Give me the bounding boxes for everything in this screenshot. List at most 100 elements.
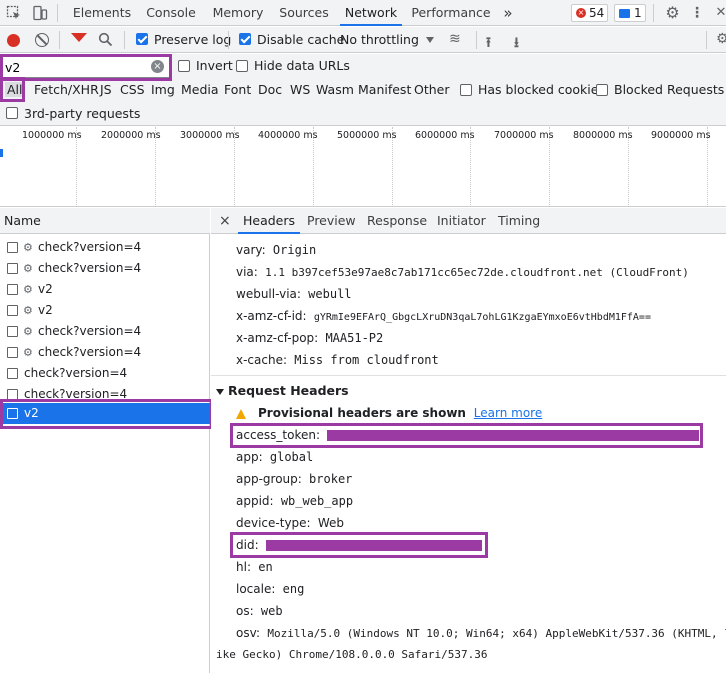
preflight-gear-icon: ⚙ xyxy=(23,241,33,254)
timeline-overview[interactable]: 1000000 ms 2000000 ms 3000000 ms 4000000… xyxy=(0,127,726,207)
request-header: app: global xyxy=(236,450,313,464)
search-icon[interactable] xyxy=(98,32,113,47)
preflight-gear-icon: ⚙ xyxy=(23,346,33,359)
network-settings-icon[interactable]: ⚙ xyxy=(716,31,726,47)
type-all-highlight xyxy=(0,77,25,102)
type-wasm[interactable]: Wasm xyxy=(316,82,354,97)
preflight-gear-icon: ⚙ xyxy=(23,283,33,296)
filter-icon[interactable] xyxy=(71,33,87,42)
type-ws[interactable]: WS xyxy=(290,82,310,97)
response-header: via: 1.1 b397cef53e97ae8c7ab171cc65ec72d… xyxy=(236,265,689,279)
close-devtools-icon[interactable]: ✕ xyxy=(716,4,726,21)
row-checkbox[interactable] xyxy=(7,347,18,358)
type-css[interactable]: CSS xyxy=(120,82,145,97)
type-other[interactable]: Other xyxy=(414,82,450,97)
header-key: via: xyxy=(236,265,258,279)
row-checkbox[interactable] xyxy=(7,305,18,316)
clear-icon[interactable] xyxy=(35,33,49,47)
third-party-checkbox[interactable] xyxy=(6,107,18,119)
hide-data-urls-label: Hide data URLs xyxy=(254,58,350,73)
name-column-header[interactable]: Name xyxy=(0,208,210,234)
row-checkbox[interactable] xyxy=(7,263,18,274)
tab-elements[interactable]: Elements xyxy=(70,0,134,26)
inspect-element-icon[interactable] xyxy=(6,5,22,21)
request-headers-section[interactable]: Request Headers xyxy=(216,383,349,398)
tab-console[interactable]: Console xyxy=(142,0,200,26)
request-header: appid: wb_web_app xyxy=(236,494,353,508)
filter-input-highlight xyxy=(0,54,172,81)
request-row[interactable]: check?version=4 xyxy=(0,363,210,384)
tab-headers[interactable]: Headers xyxy=(238,208,301,234)
request-header: hl: en xyxy=(236,560,273,574)
hide-data-urls-checkbox[interactable] xyxy=(236,60,248,72)
tab-initiator[interactable]: Initiator xyxy=(437,208,486,234)
row-checkbox[interactable] xyxy=(7,284,18,295)
request-row[interactable]: ⚙ v2 xyxy=(0,279,210,300)
throttling-select[interactable]: No throttling xyxy=(340,32,419,47)
timeline-tick: 1000000 ms xyxy=(22,130,82,141)
row-checkbox[interactable] xyxy=(7,326,18,337)
preserve-log-checkbox[interactable] xyxy=(136,33,148,45)
export-har-icon[interactable]: ⭳ xyxy=(514,32,519,56)
response-header: x-cache: Miss from cloudfront xyxy=(236,353,439,367)
type-media[interactable]: Media xyxy=(181,82,219,97)
timeline-tick: 2000000 ms xyxy=(101,130,161,141)
request-row[interactable]: ⚙ v2 xyxy=(0,300,210,321)
tab-sources[interactable]: Sources xyxy=(276,0,332,26)
record-button[interactable] xyxy=(7,34,20,47)
timeline-tick: 6000000 ms xyxy=(415,130,475,141)
tab-network[interactable]: Network xyxy=(340,0,402,26)
header-value: Miss from cloudfront xyxy=(294,353,439,367)
type-img[interactable]: Img xyxy=(151,82,175,97)
timeline-tick: 8000000 ms xyxy=(573,130,633,141)
more-tabs-button[interactable]: » xyxy=(498,0,518,26)
tab-memory[interactable]: Memory xyxy=(208,0,268,26)
header-key: device-type: xyxy=(236,516,311,530)
request-row[interactable]: ⚙ check?version=4 xyxy=(0,321,210,342)
timeline-tick: 4000000 ms xyxy=(258,130,318,141)
invert-label: Invert xyxy=(196,58,233,73)
tab-preview[interactable]: Preview xyxy=(307,208,356,234)
header-value: Web xyxy=(317,516,345,530)
more-options-icon[interactable]: ⋮ xyxy=(690,4,704,21)
request-row[interactable]: ⚙ check?version=4 xyxy=(0,237,210,258)
tab-response[interactable]: Response xyxy=(367,208,427,234)
request-name: v2 xyxy=(38,303,53,317)
has-blocked-cookies-checkbox[interactable] xyxy=(460,84,472,96)
access-token-highlight xyxy=(230,423,703,448)
import-har-icon[interactable]: ⭱ xyxy=(486,32,491,56)
row-checkbox[interactable] xyxy=(7,242,18,253)
tab-performance[interactable]: Performance xyxy=(410,0,492,26)
device-toolbar-icon[interactable] xyxy=(32,5,48,21)
type-doc[interactable]: Doc xyxy=(258,82,282,97)
message-count-badge[interactable]: 1 xyxy=(614,4,646,22)
request-header: osv: Mozilla/5.0 (Windows NT 10.0; Win64… xyxy=(236,626,726,640)
chevron-down-icon[interactable] xyxy=(426,37,434,43)
request-name: check?version=4 xyxy=(38,345,142,359)
row-checkbox[interactable] xyxy=(7,368,18,379)
timeline-tick: 3000000 ms xyxy=(180,130,240,141)
type-js[interactable]: JS xyxy=(100,82,112,97)
response-header: x-amz-cf-pop: MAA51-P2 xyxy=(236,331,383,345)
error-count-badge[interactable]: × 54 xyxy=(571,4,608,22)
header-value: MAA51-P2 xyxy=(325,331,384,345)
header-key: hl: xyxy=(236,560,251,574)
request-header: locale: eng xyxy=(236,582,304,596)
header-value: 1.1 b397cef53e97ae8c7ab171cc65ec72de.clo… xyxy=(265,266,689,279)
invert-checkbox[interactable] xyxy=(178,60,190,72)
type-manifest[interactable]: Manifest xyxy=(358,82,411,97)
request-row[interactable]: ⚙ check?version=4 xyxy=(0,258,210,279)
header-value: broker xyxy=(309,472,353,486)
type-fetch-xhr[interactable]: Fetch/XHR xyxy=(34,82,99,97)
learn-more-link[interactable]: Learn more xyxy=(474,406,542,420)
network-conditions-icon[interactable]: ≋ xyxy=(449,31,461,47)
settings-gear-icon[interactable]: ⚙ xyxy=(664,3,681,22)
type-font[interactable]: Font xyxy=(224,82,251,97)
close-detail-icon[interactable]: × xyxy=(219,208,231,234)
disable-cache-checkbox[interactable] xyxy=(239,33,251,45)
request-row[interactable]: ⚙ check?version=4 xyxy=(0,342,210,363)
blocked-requests-checkbox[interactable] xyxy=(596,84,608,96)
tab-timing[interactable]: Timing xyxy=(498,208,540,234)
request-detail-pane: × Headers Preview Response Initiator Tim… xyxy=(211,208,726,673)
request-name: check?version=4 xyxy=(38,240,142,254)
